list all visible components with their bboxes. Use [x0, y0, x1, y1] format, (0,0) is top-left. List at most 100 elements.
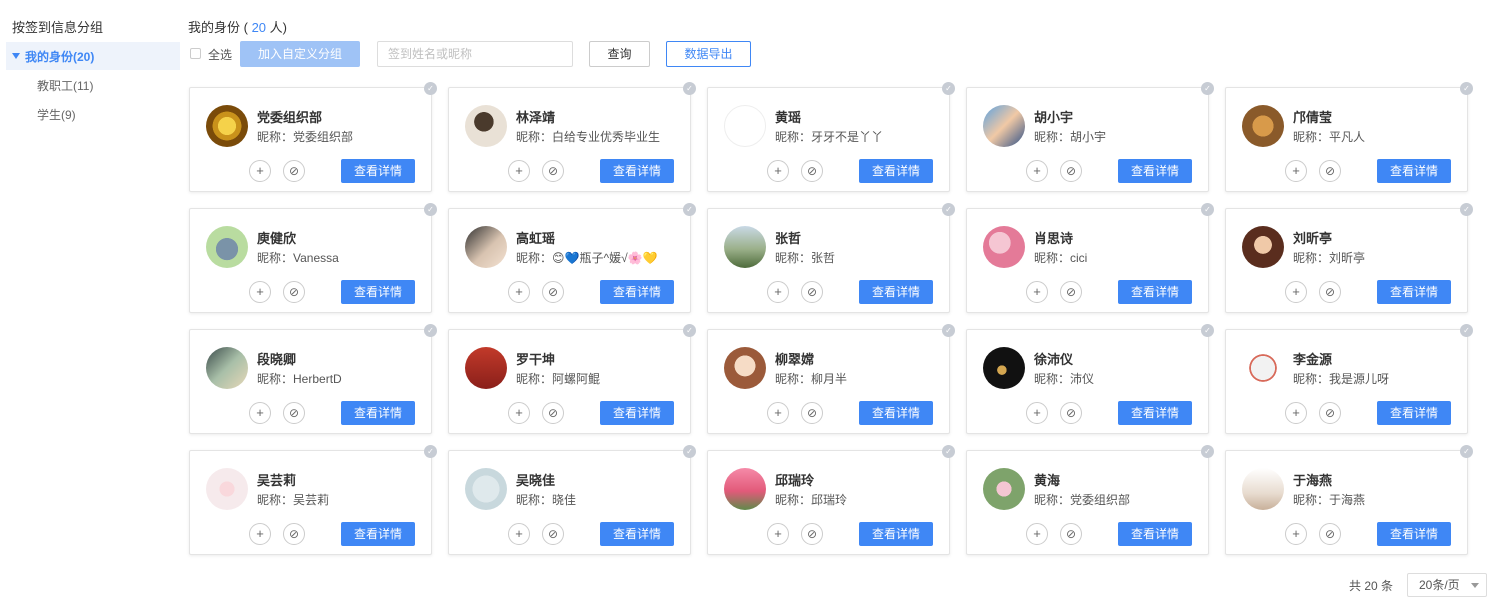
add-icon[interactable]: +	[508, 402, 530, 424]
query-button[interactable]: 查询	[589, 41, 650, 67]
member-card[interactable]: ✓ 邝倩莹 昵称：平凡人 + ⊘ 查看详情	[1225, 82, 1473, 192]
block-icon[interactable]: ⊘	[1319, 523, 1341, 545]
view-details-button[interactable]: 查看详情	[859, 159, 933, 183]
sidebar-item-students[interactable]: 学生(9)	[37, 106, 76, 123]
block-icon[interactable]: ⊘	[542, 402, 564, 424]
check-icon[interactable]: ✓	[942, 324, 955, 337]
block-icon[interactable]: ⊘	[801, 402, 823, 424]
select-all-label[interactable]: 全选	[208, 46, 232, 63]
add-icon[interactable]: +	[508, 160, 530, 182]
view-details-button[interactable]: 查看详情	[341, 522, 415, 546]
block-icon[interactable]: ⊘	[283, 402, 305, 424]
check-icon[interactable]: ✓	[1201, 445, 1214, 458]
member-card[interactable]: ✓ 李金源 昵称：我是源儿呀 + ⊘ 查看详情	[1225, 324, 1473, 434]
view-details-button[interactable]: 查看详情	[600, 522, 674, 546]
view-details-button[interactable]: 查看详情	[1377, 280, 1451, 304]
add-icon[interactable]: +	[508, 281, 530, 303]
add-icon[interactable]: +	[767, 160, 789, 182]
add-icon[interactable]: +	[767, 402, 789, 424]
check-icon[interactable]: ✓	[942, 203, 955, 216]
add-icon[interactable]: +	[249, 281, 271, 303]
block-icon[interactable]: ⊘	[1060, 160, 1082, 182]
block-icon[interactable]: ⊘	[283, 160, 305, 182]
check-icon[interactable]: ✓	[1460, 82, 1473, 95]
member-card[interactable]: ✓ 肖思诗 昵称：cici + ⊘ 查看详情	[966, 203, 1214, 313]
block-icon[interactable]: ⊘	[801, 523, 823, 545]
member-card[interactable]: ✓ 吴晓佳 昵称：晓佳 + ⊘ 查看详情	[448, 445, 696, 555]
add-icon[interactable]: +	[767, 281, 789, 303]
check-icon[interactable]: ✓	[683, 324, 696, 337]
add-icon[interactable]: +	[1285, 402, 1307, 424]
view-details-button[interactable]: 查看详情	[1118, 401, 1192, 425]
member-card[interactable]: ✓ 高虹瑶 昵称：😊💙瓶子^媛√🌸💛 + ⊘ 查看详情	[448, 203, 696, 313]
member-card[interactable]: ✓ 段晓卿 昵称：HerbertD + ⊘ 查看详情	[189, 324, 437, 434]
member-card[interactable]: ✓ 吴芸莉 昵称：吴芸莉 + ⊘ 查看详情	[189, 445, 437, 555]
view-details-button[interactable]: 查看详情	[1377, 159, 1451, 183]
add-icon[interactable]: +	[1026, 281, 1048, 303]
check-icon[interactable]: ✓	[942, 82, 955, 95]
block-icon[interactable]: ⊘	[1319, 281, 1341, 303]
add-icon[interactable]: +	[1285, 160, 1307, 182]
member-card[interactable]: ✓ 刘昕亭 昵称：刘昕亭 + ⊘ 查看详情	[1225, 203, 1473, 313]
block-icon[interactable]: ⊘	[1060, 281, 1082, 303]
block-icon[interactable]: ⊘	[801, 160, 823, 182]
add-icon[interactable]: +	[1026, 160, 1048, 182]
view-details-button[interactable]: 查看详情	[1377, 522, 1451, 546]
view-details-button[interactable]: 查看详情	[859, 401, 933, 425]
member-card[interactable]: ✓ 胡小宇 昵称：胡小宇 + ⊘ 查看详情	[966, 82, 1214, 192]
member-card[interactable]: ✓ 罗干坤 昵称：阿螺阿鲲 + ⊘ 查看详情	[448, 324, 696, 434]
block-icon[interactable]: ⊘	[283, 281, 305, 303]
block-icon[interactable]: ⊘	[542, 160, 564, 182]
check-icon[interactable]: ✓	[1460, 445, 1473, 458]
add-icon[interactable]: +	[1026, 402, 1048, 424]
sidebar-group-my-identity[interactable]: 我的身份(20)	[6, 42, 180, 70]
view-details-button[interactable]: 查看详情	[1377, 401, 1451, 425]
block-icon[interactable]: ⊘	[542, 523, 564, 545]
check-icon[interactable]: ✓	[683, 82, 696, 95]
block-icon[interactable]: ⊘	[801, 281, 823, 303]
check-icon[interactable]: ✓	[1201, 324, 1214, 337]
sidebar-item-staff[interactable]: 教职工(11)	[37, 77, 93, 94]
add-icon[interactable]: +	[508, 523, 530, 545]
check-icon[interactable]: ✓	[424, 445, 437, 458]
view-details-button[interactable]: 查看详情	[341, 159, 415, 183]
member-card[interactable]: ✓ 于海燕 昵称：于海燕 + ⊘ 查看详情	[1225, 445, 1473, 555]
member-card[interactable]: ✓ 张哲 昵称：张哲 + ⊘ 查看详情	[707, 203, 955, 313]
block-icon[interactable]: ⊘	[1319, 160, 1341, 182]
check-icon[interactable]: ✓	[1201, 203, 1214, 216]
view-details-button[interactable]: 查看详情	[600, 159, 674, 183]
view-details-button[interactable]: 查看详情	[600, 280, 674, 304]
view-details-button[interactable]: 查看详情	[341, 401, 415, 425]
view-details-button[interactable]: 查看详情	[859, 522, 933, 546]
member-card[interactable]: ✓ 庾健欣 昵称：Vanessa + ⊘ 查看详情	[189, 203, 437, 313]
block-icon[interactable]: ⊘	[1060, 523, 1082, 545]
block-icon[interactable]: ⊘	[542, 281, 564, 303]
add-icon[interactable]: +	[249, 402, 271, 424]
add-to-custom-group-button[interactable]: 加入自定义分组	[240, 41, 360, 67]
check-icon[interactable]: ✓	[1201, 82, 1214, 95]
check-icon[interactable]: ✓	[942, 445, 955, 458]
add-icon[interactable]: +	[1285, 281, 1307, 303]
view-details-button[interactable]: 查看详情	[1118, 522, 1192, 546]
view-details-button[interactable]: 查看详情	[600, 401, 674, 425]
add-icon[interactable]: +	[1285, 523, 1307, 545]
block-icon[interactable]: ⊘	[283, 523, 305, 545]
view-details-button[interactable]: 查看详情	[1118, 280, 1192, 304]
block-icon[interactable]: ⊘	[1319, 402, 1341, 424]
check-icon[interactable]: ✓	[1460, 324, 1473, 337]
search-input[interactable]	[377, 41, 573, 67]
select-all-checkbox[interactable]	[190, 48, 201, 59]
member-card[interactable]: ✓ 柳翠嫦 昵称：柳月半 + ⊘ 查看详情	[707, 324, 955, 434]
check-icon[interactable]: ✓	[683, 445, 696, 458]
check-icon[interactable]: ✓	[424, 324, 437, 337]
check-icon[interactable]: ✓	[1460, 203, 1473, 216]
block-icon[interactable]: ⊘	[1060, 402, 1082, 424]
check-icon[interactable]: ✓	[683, 203, 696, 216]
page-size-select[interactable]: 20条/页	[1407, 573, 1487, 597]
add-icon[interactable]: +	[249, 523, 271, 545]
add-icon[interactable]: +	[249, 160, 271, 182]
add-icon[interactable]: +	[1026, 523, 1048, 545]
export-data-button[interactable]: 数据导出	[666, 41, 751, 67]
view-details-button[interactable]: 查看详情	[341, 280, 415, 304]
view-details-button[interactable]: 查看详情	[1118, 159, 1192, 183]
